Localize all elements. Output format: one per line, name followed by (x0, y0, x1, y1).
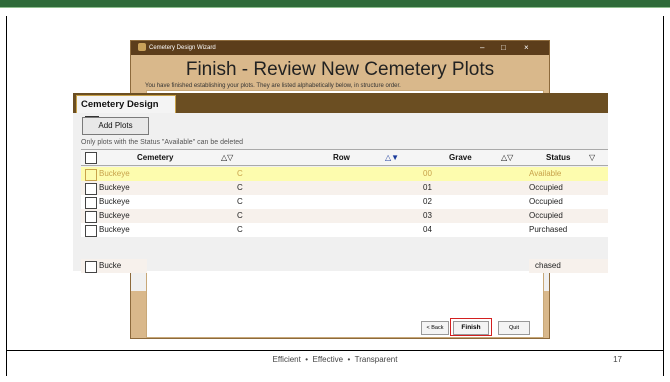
cell-status: Occupied (529, 197, 563, 206)
table-row[interactable]: Buckeye C 00 Available (81, 167, 608, 181)
row-checkbox[interactable] (85, 169, 97, 181)
cell-cemetery: Buckeye (99, 197, 130, 206)
tab-cemetery-design[interactable]: Cemetery Design ✕ (76, 95, 176, 129)
filter-icon-status[interactable]: ▽ (589, 151, 595, 164)
column-header-status[interactable]: Status (546, 151, 570, 164)
cell-row: C (237, 225, 243, 234)
wizard-window-title: Cemetery Design Wizard (149, 45, 216, 51)
page-title: Finish - Review New Cemetery Plots (185, 59, 495, 80)
wizard-titlebar: Cemetery Design Wizard – □ × (131, 41, 549, 55)
tab-bar: Cemetery Design ✕ (73, 93, 608, 129)
cell-grave: 03 (423, 211, 432, 220)
slide: Cemetery Design Wizard – □ × Finish - Re… (0, 0, 670, 382)
cell-row: C (237, 183, 243, 192)
column-header-cemetery[interactable]: Cemetery (137, 151, 173, 164)
cell-cemetery: Bucke (99, 261, 122, 270)
table-header: Cemetery △▽ Row △▼ Grave △▽ Status ▽ (81, 149, 608, 166)
add-plots-button[interactable]: Add Plots (82, 117, 149, 135)
wizard-subtitle: You have finished establishing your plot… (145, 83, 401, 89)
cell-cemetery: Buckeye (99, 169, 130, 178)
sort-icon-row[interactable]: △▼ (385, 151, 399, 164)
column-header-grave[interactable]: Grave (449, 151, 472, 164)
app-icon (138, 43, 146, 52)
close-icon[interactable]: × (524, 41, 529, 55)
cell-cemetery: Buckeye (99, 225, 130, 234)
slide-top-bar (0, 0, 670, 7)
slide-top-line (0, 7, 670, 8)
cell-cemetery: Buckeye (99, 183, 130, 192)
cell-status: Purchased (529, 225, 568, 234)
sort-icon-grave[interactable]: △▽ (501, 151, 513, 164)
table-row[interactable]: Buckeye C 03 Occupied (81, 209, 608, 223)
table-row-partial-left[interactable]: Bucke (81, 259, 147, 273)
quit-button[interactable]: Quit (498, 321, 530, 335)
row-checkbox[interactable] (85, 183, 97, 195)
cell-status: Occupied (529, 183, 563, 192)
row-checkbox[interactable] (85, 211, 97, 223)
table-row-partial-right: chased (529, 259, 608, 273)
cell-status: Available (529, 169, 562, 178)
footer-tagline: Efficient • Effective • Transparent (272, 355, 398, 364)
wizard-header: Finish - Review New Cemetery Plots You h… (131, 55, 549, 95)
row-checkbox[interactable] (85, 197, 97, 209)
table-row[interactable]: Buckeye C 02 Occupied (81, 195, 608, 209)
maximize-icon[interactable]: □ (501, 41, 506, 55)
slide-footer-line (6, 350, 664, 351)
cell-grave: 01 (423, 183, 432, 192)
tab-label: Cemetery Design (81, 99, 159, 110)
cell-status: chased (535, 261, 561, 270)
sort-icon-cemetery[interactable]: △▽ (221, 151, 233, 164)
cell-grave: 04 (423, 225, 432, 234)
cemetery-design-panel: Cemetery Design ✕ Add Plots Only plots w… (73, 93, 608, 271)
back-button[interactable]: < Back (421, 321, 449, 335)
cell-status: Occupied (529, 211, 563, 220)
finish-button[interactable]: Finish (453, 321, 489, 335)
row-checkbox[interactable] (85, 225, 97, 237)
table-row[interactable]: Buckeye C 01 Occupied (81, 181, 608, 195)
minimize-icon[interactable]: – (480, 41, 484, 55)
page-number: 17 (613, 355, 622, 364)
cell-row: C (237, 197, 243, 206)
row-checkbox[interactable] (85, 261, 97, 273)
select-all-checkbox[interactable] (85, 152, 97, 164)
column-header-row[interactable]: Row (333, 151, 350, 164)
slide-left-border (6, 16, 7, 376)
cell-row: C (237, 211, 243, 220)
cell-grave: 02 (423, 197, 432, 206)
delete-note: Only plots with the Status "Available" c… (81, 139, 244, 146)
cell-grave: 00 (423, 169, 432, 178)
slide-footer: Efficient • Effective • Transparent 17 (0, 355, 670, 371)
table-row[interactable]: Buckeye C 04 Purchased (81, 223, 608, 237)
cell-cemetery: Buckeye (99, 211, 130, 220)
cell-row: C (237, 169, 243, 178)
slide-right-border (663, 16, 664, 376)
